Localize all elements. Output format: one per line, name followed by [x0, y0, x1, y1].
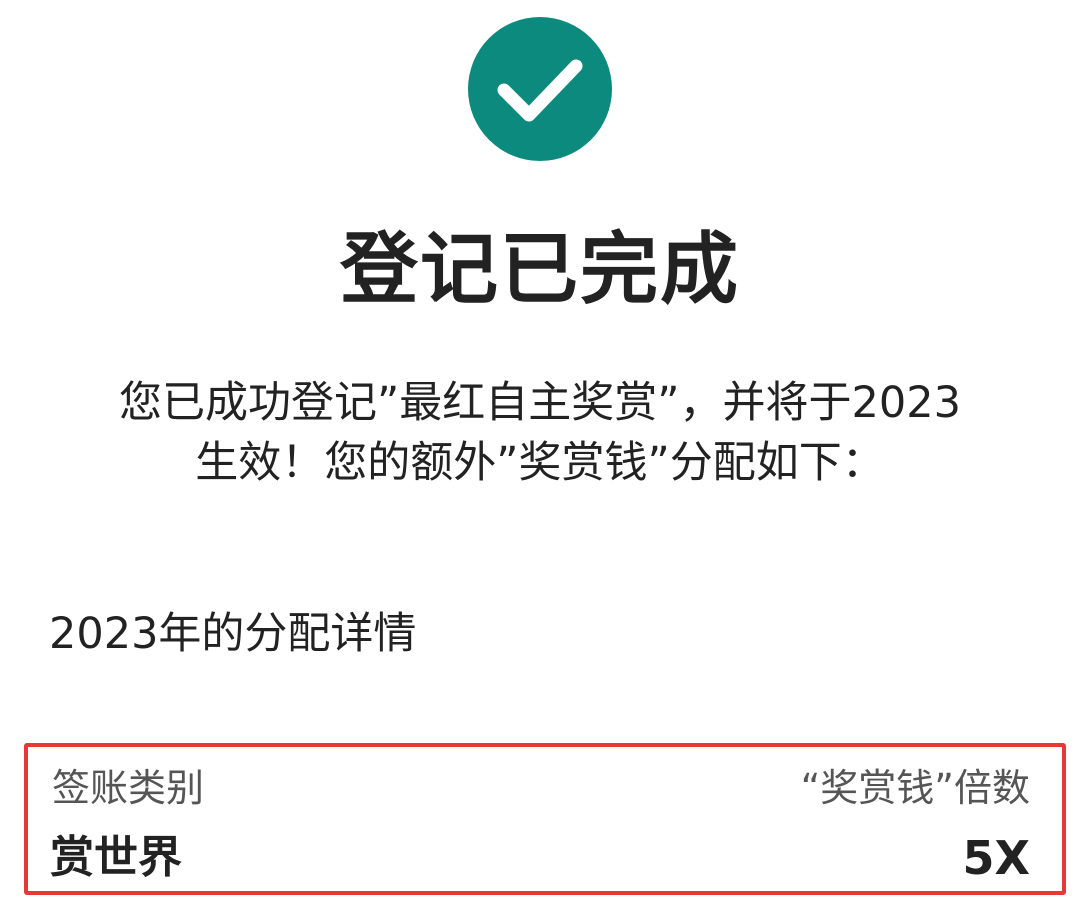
checkmark-circle-icon [468, 17, 612, 161]
column-header-multiplier: “奖赏钱”倍数 [800, 766, 1030, 810]
page-title: 登记已完成 [339, 225, 740, 315]
table-cell-category: 赏世界 [50, 832, 182, 883]
confirmation-message-line-2: 生效！您的额外”奖赏钱”分配如下： [195, 438, 885, 488]
allocation-table: 签账类别 “奖赏钱”倍数 赏世界 5X [24, 743, 1066, 895]
checkmark-icon [497, 59, 583, 122]
allocation-section-title: 2023年的分配详情 [49, 609, 417, 659]
column-header-category: 签账类别 [52, 766, 205, 810]
table-cell-multiplier: 5X [962, 831, 1030, 885]
confirmation-message: 您已成功登记”最红自主奖赏”，并将于2023 生效！您的额外”奖赏钱”分配如下： [40, 373, 1040, 493]
confirmation-message-line-1: 您已成功登记”最红自主奖赏”，并将于2023 [119, 378, 961, 428]
